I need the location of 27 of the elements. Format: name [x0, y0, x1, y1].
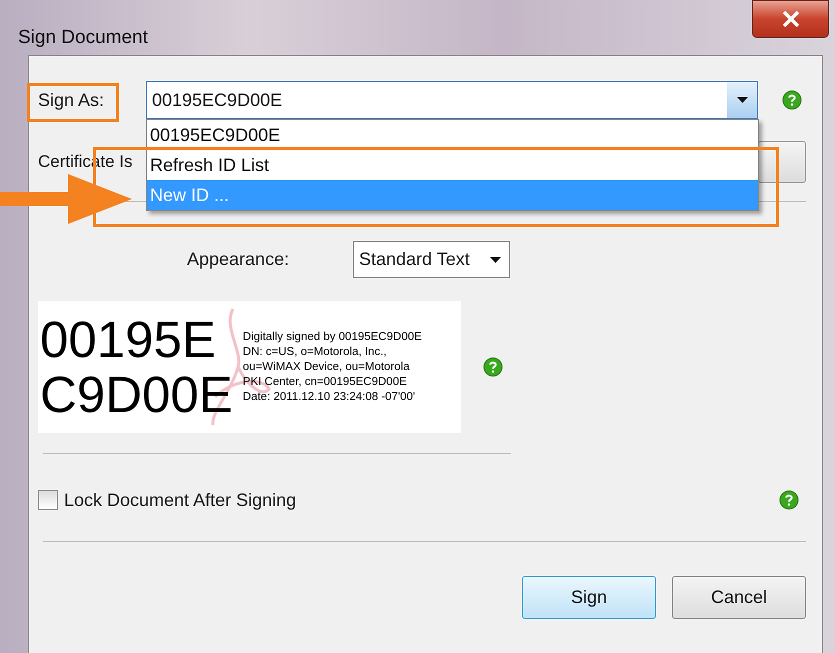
help-icon[interactable]	[779, 490, 799, 510]
sign-as-dropdown[interactable]: 00195EC9D00E	[146, 81, 758, 119]
dropdown-option[interactable]: 00195EC9D00E	[147, 120, 758, 150]
lock-checkbox[interactable]	[38, 490, 58, 510]
help-icon[interactable]	[782, 90, 802, 110]
dialog-button[interactable]: Sign	[522, 576, 656, 619]
dialog-button[interactable]: Cancel	[672, 576, 806, 619]
arrow-icon	[0, 174, 132, 224]
signature-detail: ou=WiMAX Device, ou=Motorola	[242, 360, 411, 374]
lock-document-label: Lock Document After Signing	[64, 488, 296, 512]
signer-name: 00195E	[40, 312, 217, 367]
signature-detail: Digitally signed by 00195EC9D00E	[242, 330, 422, 344]
appearance-select[interactable]: Standard Text	[353, 241, 510, 278]
help-icon[interactable]	[483, 357, 503, 377]
sign-as-label: Sign As:	[38, 91, 104, 109]
dropdown-option[interactable]: Refresh ID List	[147, 150, 758, 180]
close-icon	[782, 11, 800, 27]
signature-detail: PKI Center, cn=00195EC9D00E	[242, 374, 408, 390]
signature-detail: DN: c=US, o=Motorola, Inc.,	[242, 344, 388, 360]
appearance-label: Appearance:	[187, 248, 290, 271]
window-title: Sign Document	[18, 26, 148, 50]
signature-detail: Date: 2011.12.10 23:24:08 -07'00'	[242, 390, 416, 404]
caret-icon	[490, 256, 501, 262]
signer-name: C9D00E	[40, 367, 233, 422]
close-button[interactable]	[752, 0, 829, 38]
caret-icon	[736, 97, 748, 103]
details-button[interactable]	[758, 141, 806, 183]
